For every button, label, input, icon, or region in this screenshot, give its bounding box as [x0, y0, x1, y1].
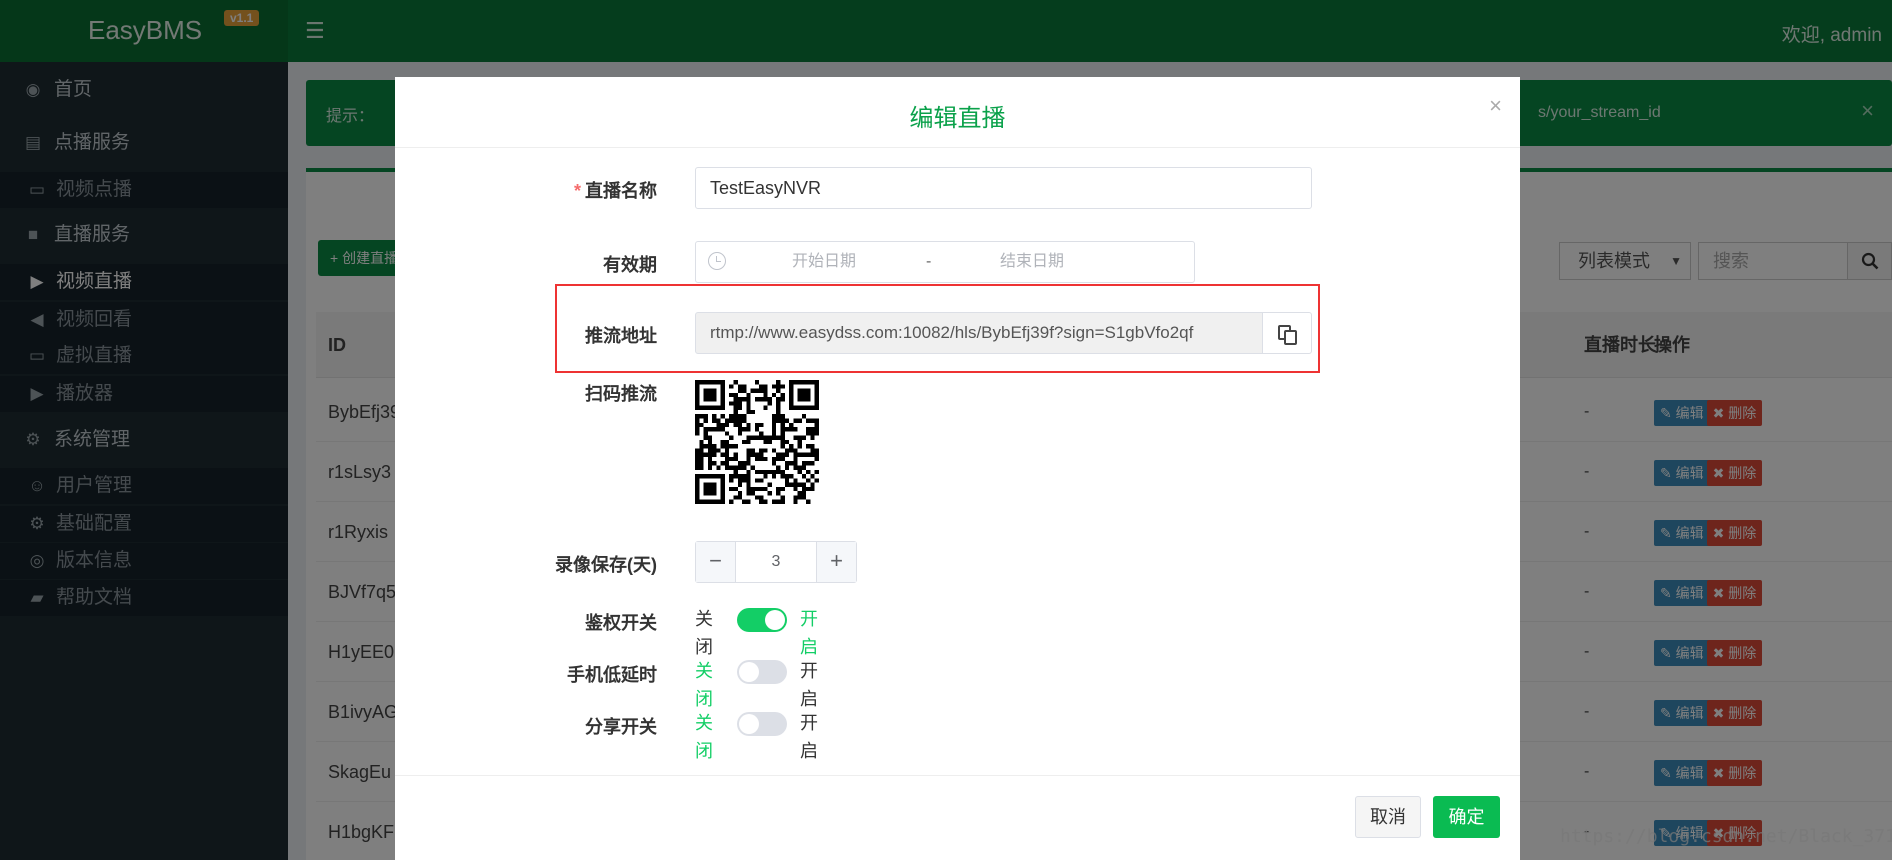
- record-days-stepper: − 3 +: [695, 541, 857, 583]
- copy-button[interactable]: [1262, 312, 1312, 354]
- scan-push-label: 扫码推流: [585, 384, 657, 404]
- record-days-label: 录像保存(天): [555, 555, 657, 575]
- validity-label: 有效期: [603, 255, 657, 275]
- switch-on-text[interactable]: 开启: [800, 605, 818, 661]
- live-name-input[interactable]: TestEasyNVR: [695, 167, 1312, 209]
- increment-button[interactable]: +: [816, 542, 856, 582]
- record-days-input[interactable]: 3: [736, 542, 816, 582]
- switch-off-text[interactable]: 关闭: [695, 657, 713, 713]
- confirm-button[interactable]: 确定: [1433, 796, 1500, 838]
- share-toggle[interactable]: [737, 712, 787, 736]
- start-date-input[interactable]: 开始日期: [792, 242, 856, 282]
- qr-code-icon: [695, 380, 819, 504]
- dialog-footer: 取消 确定: [395, 775, 1520, 860]
- toggle-knob: [765, 610, 785, 630]
- clock-icon: [708, 252, 726, 270]
- switch-off-text[interactable]: 关闭: [695, 709, 713, 765]
- required-mark: *: [573, 181, 581, 201]
- edit-live-dialog: 编辑直播 × * 直播名称 TestEasyNVR 有效期 开始日期 - 结束日期…: [395, 77, 1520, 860]
- cancel-button[interactable]: 取消: [1355, 796, 1421, 838]
- toggle-knob: [739, 662, 759, 682]
- end-date-input[interactable]: 结束日期: [1000, 242, 1064, 282]
- toggle-knob: [739, 714, 759, 734]
- dialog-header: 编辑直播 ×: [395, 77, 1520, 148]
- decrement-button[interactable]: −: [696, 542, 736, 582]
- push-url-label: 推流地址: [585, 326, 657, 346]
- validity-date-range[interactable]: 开始日期 - 结束日期: [695, 241, 1195, 283]
- push-url-field[interactable]: rtmp://www.easydss.com:10082/hls/BybEfj3…: [695, 312, 1263, 354]
- low-latency-label: 手机低延时: [567, 665, 657, 685]
- close-icon[interactable]: ×: [1489, 93, 1502, 119]
- switch-on-text[interactable]: 开启: [800, 709, 818, 765]
- share-switch-label: 分享开关: [585, 717, 657, 737]
- dialog-title: 编辑直播: [909, 105, 1006, 132]
- date-separator: -: [926, 253, 932, 270]
- auth-switch-label: 鉴权开关: [585, 613, 657, 633]
- live-name-label: * 直播名称: [573, 181, 657, 201]
- switch-on-text[interactable]: 开启: [800, 657, 818, 713]
- switch-off-text[interactable]: 关闭: [695, 605, 713, 661]
- low-latency-toggle[interactable]: [737, 660, 787, 684]
- watermark: https://blog.csdn.net/Black_3717: [1560, 826, 1892, 847]
- auth-toggle[interactable]: [737, 608, 787, 632]
